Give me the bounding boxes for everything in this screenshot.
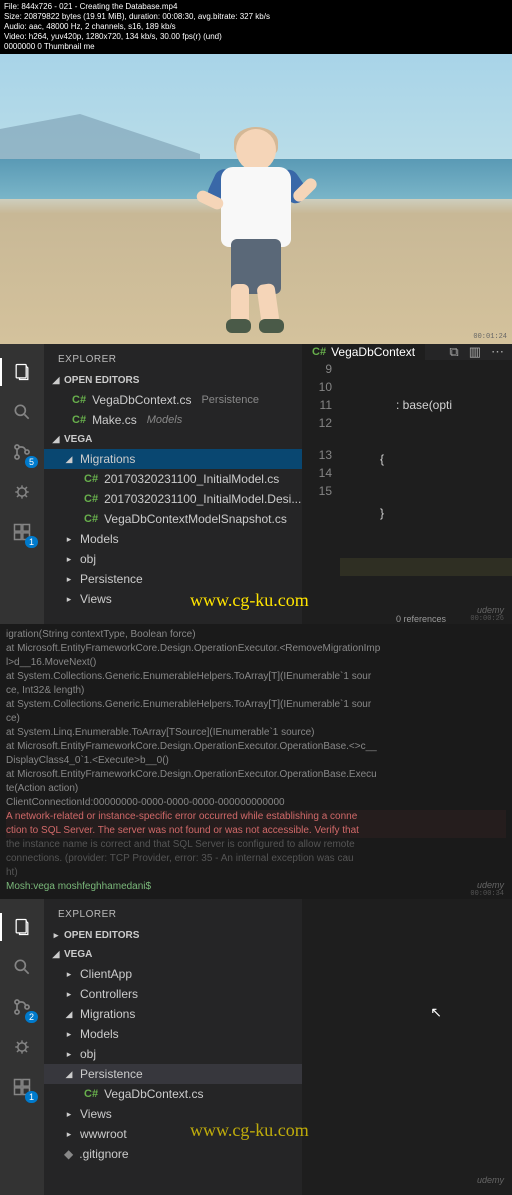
folder-migrations[interactable]: ◢Migrations bbox=[44, 1004, 302, 1024]
folder-persistence[interactable]: ◢Persistence bbox=[44, 1064, 302, 1084]
file-item[interactable]: C#20170320231100_InitialModel.Desi... bbox=[44, 489, 302, 509]
activity-bar: 5 1 bbox=[0, 344, 44, 624]
folder-views[interactable]: ▸Views bbox=[44, 589, 302, 609]
editor-area: C#VegaDbContext ⧉ ▥ ⋯ 9101112💡131415 : b… bbox=[302, 344, 512, 624]
video-thumbnail: 00:01:24 bbox=[0, 54, 512, 344]
sidebar: EXPLORER ◢OPEN EDITORS C#VegaDbContext.c… bbox=[44, 344, 302, 624]
extensions-icon[interactable]: 1 bbox=[8, 518, 36, 546]
search-icon[interactable] bbox=[8, 398, 36, 426]
csharp-icon: C# bbox=[312, 346, 326, 358]
child-figure bbox=[201, 129, 311, 339]
open-editor-item[interactable]: C#VegaDbContext.csPersistence bbox=[44, 390, 302, 410]
folder-models[interactable]: ▸Models bbox=[44, 529, 302, 549]
folder-models[interactable]: ▸Models bbox=[44, 1024, 302, 1044]
debug-icon[interactable] bbox=[8, 478, 36, 506]
ext-badge: 1 bbox=[25, 1091, 38, 1103]
udemy-logo: udemy bbox=[477, 880, 504, 890]
compare-icon[interactable]: ⧉ bbox=[449, 344, 458, 360]
csharp-icon: C# bbox=[84, 493, 98, 505]
folder-obj[interactable]: ▸obj bbox=[44, 1044, 302, 1064]
explorer-icon[interactable] bbox=[8, 358, 36, 386]
video-timestamp: 00:00:34 bbox=[470, 890, 504, 898]
split-icon[interactable]: ▥ bbox=[469, 344, 481, 360]
open-editor-item[interactable]: C#Make.csModels bbox=[44, 410, 302, 430]
debug-icon[interactable] bbox=[8, 1033, 36, 1061]
folder-controllers[interactable]: ▸Controllers bbox=[44, 984, 302, 1004]
udemy-logo: udemy bbox=[477, 605, 504, 615]
scm-badge: 2 bbox=[25, 1011, 38, 1023]
vscode-pane-1: 5 1 EXPLORER ◢OPEN EDITORS C#VegaDbConte… bbox=[0, 344, 512, 624]
more-icon[interactable]: ⋯ bbox=[491, 344, 504, 360]
folder-views[interactable]: ▸Views bbox=[44, 1104, 302, 1124]
media-info-overlay: File: 844x726 - 021 - Creating the Datab… bbox=[0, 0, 512, 54]
editor-empty: ↖ bbox=[302, 899, 512, 1195]
video-timestamp: 00:00:26 bbox=[470, 615, 504, 623]
folder-wwwroot[interactable]: ▸wwwroot bbox=[44, 1124, 302, 1144]
error-line: A network-related or instance-specific e… bbox=[6, 810, 506, 824]
code-editor[interactable]: 9101112💡131415 : base(opti { } 0 referen… bbox=[302, 360, 512, 624]
cursor-icon: ↖ bbox=[430, 1004, 442, 1021]
source-control-icon[interactable]: 5 bbox=[8, 438, 36, 466]
csharp-icon: C# bbox=[72, 414, 86, 426]
folder-obj[interactable]: ▸obj bbox=[44, 549, 302, 569]
line-numbers: 9101112💡131415 bbox=[302, 360, 340, 624]
project-header[interactable]: ◢VEGA bbox=[44, 430, 302, 449]
search-icon[interactable] bbox=[8, 953, 36, 981]
folder-persistence[interactable]: ▸Persistence bbox=[44, 569, 302, 589]
sidebar: EXPLORER ▸OPEN EDITORS ◢VEGA ▸ClientApp … bbox=[44, 899, 302, 1195]
ext-badge: 1 bbox=[25, 536, 38, 548]
sidebar-title: EXPLORER bbox=[44, 899, 302, 926]
project-header[interactable]: ◢VEGA bbox=[44, 945, 302, 964]
explorer-icon[interactable] bbox=[8, 913, 36, 941]
folder-migrations[interactable]: ◢Migrations bbox=[44, 449, 302, 469]
open-editors-header[interactable]: ◢OPEN EDITORS bbox=[44, 371, 302, 390]
udemy-logo: udemy bbox=[477, 1175, 504, 1185]
error-line: ction to SQL Server. The server was not … bbox=[6, 824, 506, 838]
file-item[interactable]: C#20170320231100_InitialModel.cs bbox=[44, 469, 302, 489]
file-gitignore[interactable]: ◆.gitignore bbox=[44, 1144, 302, 1164]
csharp-icon: C# bbox=[84, 1088, 98, 1100]
file-item[interactable]: C#VegaDbContextModelSnapshot.cs bbox=[44, 509, 302, 529]
source-control-icon[interactable]: 2 bbox=[8, 993, 36, 1021]
csharp-icon: C# bbox=[72, 394, 86, 406]
csharp-icon: C# bbox=[84, 473, 98, 485]
tab-bar: C#VegaDbContext ⧉ ▥ ⋯ bbox=[302, 344, 512, 360]
activity-bar: 2 1 bbox=[0, 899, 44, 1195]
folder-clientapp[interactable]: ▸ClientApp bbox=[44, 964, 302, 984]
sidebar-title: EXPLORER bbox=[44, 344, 302, 371]
terminal-output[interactable]: igration(String contextType, Boolean for… bbox=[0, 624, 512, 899]
extensions-icon[interactable]: 1 bbox=[8, 1073, 36, 1101]
vscode-pane-2: 2 1 EXPLORER ▸OPEN EDITORS ◢VEGA ▸Client… bbox=[0, 899, 512, 1195]
video-timestamp: 00:01:24 bbox=[473, 333, 507, 341]
terminal-prompt: Mosh:vega moshfeghhamedani$ bbox=[6, 881, 151, 892]
csharp-icon: C# bbox=[84, 513, 98, 525]
file-vegadbcontext[interactable]: C#VegaDbContext.cs bbox=[44, 1084, 302, 1104]
open-editors-header[interactable]: ▸OPEN EDITORS bbox=[44, 926, 302, 945]
git-icon: ◆ bbox=[64, 1147, 73, 1161]
tab-vegadbcontext[interactable]: C#VegaDbContext bbox=[302, 344, 426, 360]
scm-badge: 5 bbox=[25, 456, 38, 468]
